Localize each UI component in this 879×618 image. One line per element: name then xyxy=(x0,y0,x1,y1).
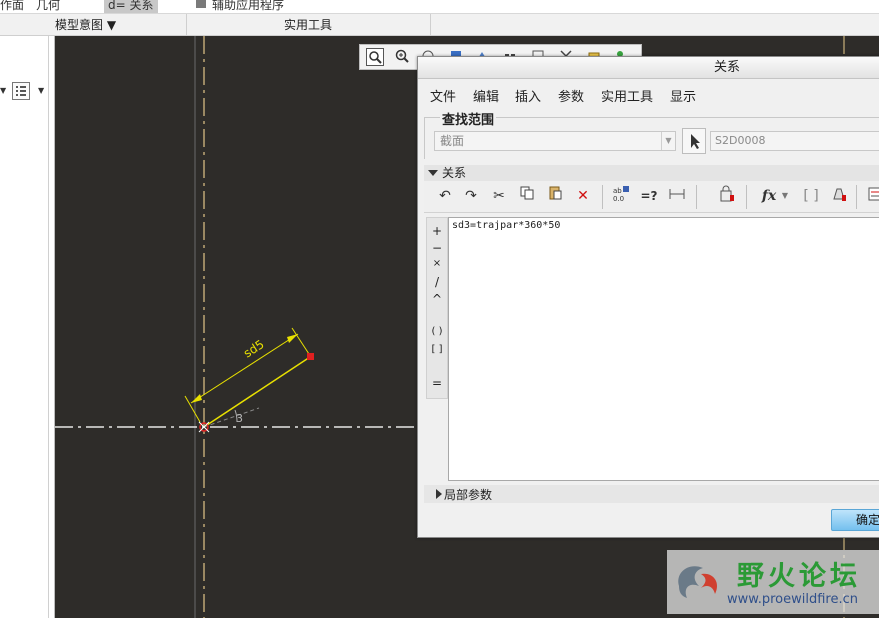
undo-icon[interactable]: ↶ xyxy=(434,185,456,207)
menu-utilities[interactable]: 实用工具 xyxy=(601,86,653,105)
op-minus-button[interactable]: − xyxy=(427,241,447,255)
redo-icon[interactable]: ↷ xyxy=(460,185,482,207)
forum-watermark: 野火论坛 www.proewildfire.cn xyxy=(667,550,879,614)
show-list-icon[interactable] xyxy=(864,185,879,207)
dimension-arrow xyxy=(287,334,298,343)
svg-text:ab: ab xyxy=(613,187,622,195)
ribbon-group-utilities: 实用工具 xyxy=(284,18,333,32)
cursor-arrow-icon xyxy=(691,134,700,149)
relations-toolbar: ↶ ↷ ✂ ✕ ab 0.0 =? fx ▼ [ ] xyxy=(424,181,879,213)
insert-function-icon[interactable]: fx xyxy=(758,185,780,207)
selection-field[interactable]: S2D0008 xyxy=(710,131,879,151)
sketch-segment xyxy=(203,356,311,428)
chevron-down-icon: ▼ xyxy=(661,132,675,150)
watermark-title: 野火论坛 xyxy=(737,561,861,592)
unit-sensitivity-icon[interactable] xyxy=(828,185,850,207)
menu-edit[interactable]: 编辑 xyxy=(473,86,499,105)
operator-panel: + − × / ^ ( ) [ ] = xyxy=(426,217,448,399)
chevron-down-icon[interactable]: ▼ xyxy=(780,185,790,207)
relations-label: 关系 xyxy=(442,166,467,180)
paste-icon[interactable] xyxy=(544,185,566,207)
parameter-brackets-icon[interactable]: [ ] xyxy=(800,185,822,207)
delete-icon[interactable]: ✕ xyxy=(572,185,594,207)
relation-line[interactable]: sd3=trajpar*360*50 xyxy=(452,220,560,231)
logo-icon xyxy=(678,566,718,598)
dialog-title: 关系 xyxy=(713,60,740,75)
ribbon-item-section[interactable]: 作面 xyxy=(0,0,24,13)
angle-reference-line xyxy=(203,407,260,428)
dimension-icon[interactable] xyxy=(666,185,688,207)
op-divide-button[interactable]: / xyxy=(427,275,447,289)
tree-settings-icon[interactable] xyxy=(12,82,30,100)
copy-icon[interactable] xyxy=(516,185,538,207)
zoom-fit-icon[interactable] xyxy=(366,48,384,66)
extension-line xyxy=(291,327,310,355)
select-pointer-button[interactable] xyxy=(682,128,706,154)
op-equals-button[interactable]: = xyxy=(427,376,447,390)
ribbon-item-aux-apps[interactable]: 辅助应用程序 xyxy=(212,0,284,13)
model-tree-panel: ▼ ▼ xyxy=(0,36,55,618)
cut-icon[interactable]: ✂ xyxy=(488,185,510,207)
menu-file[interactable]: 文件 xyxy=(430,86,456,105)
dialog-menubar: 文件 编辑 插入 参数 实用工具 显示 xyxy=(418,81,879,107)
relations-dialog: 关系 文件 编辑 插入 参数 实用工具 显示 查找范围 截面 ▼ S2D0008… xyxy=(417,56,879,538)
relations-editor[interactable]: sd3=trajpar*360*50 xyxy=(448,217,879,481)
sort-relations-icon[interactable]: ab 0.0 xyxy=(610,185,632,207)
menu-insert[interactable]: 插入 xyxy=(515,86,541,105)
dimension-line xyxy=(190,333,299,404)
menu-parameters[interactable]: 参数 xyxy=(558,86,584,105)
local-params-label: 局部参数 xyxy=(444,488,493,502)
zoom-in-icon[interactable] xyxy=(394,48,412,66)
relations-section-header[interactable]: 关系 xyxy=(424,165,879,181)
op-parentheses-button[interactable]: ( ) xyxy=(427,326,447,337)
ribbon-item-geometry[interactable]: 几何 xyxy=(36,0,60,13)
ribbon-item-relations[interactable]: d= 关系 xyxy=(104,0,158,13)
local-params-header[interactable]: 局部参数 xyxy=(424,485,879,503)
watermark-url: www.proewildfire.cn xyxy=(727,592,858,607)
ribbon-tab-row: 作面 几何 d= 关系 辅助应用程序 xyxy=(0,0,879,14)
angle-label[interactable]: 3 xyxy=(236,412,243,425)
collapse-triangle-icon xyxy=(428,170,438,176)
op-power-button[interactable]: ^ xyxy=(427,292,447,306)
dialog-title-bar[interactable]: 关系 xyxy=(418,57,879,79)
verify-relations-icon[interactable] xyxy=(716,185,738,207)
ribbon-group-model-intent[interactable]: 模型意图 ▼ xyxy=(55,16,116,33)
op-plus-button[interactable]: + xyxy=(427,224,447,238)
expand-triangle-icon xyxy=(436,489,442,499)
op-brackets-button[interactable]: [ ] xyxy=(427,344,447,355)
dimension-arrow xyxy=(191,394,202,403)
scope-select[interactable]: 截面 ▼ xyxy=(434,131,676,151)
scope-value: 截面 xyxy=(440,134,465,148)
dropdown-arrow-icon[interactable]: ▼ xyxy=(0,86,6,95)
svg-text:0.0: 0.0 xyxy=(613,195,624,203)
ok-button[interactable]: 确定 xyxy=(831,509,879,531)
lookup-label: 查找范围 xyxy=(440,109,497,128)
dropdown-arrow-icon[interactable]: ▼ xyxy=(38,86,44,95)
evaluate-icon[interactable]: =? xyxy=(638,185,660,207)
op-multiply-button[interactable]: × xyxy=(427,258,447,269)
ribbon-group-row: 模型意图 ▼ 实用工具 xyxy=(0,14,879,36)
app-icon xyxy=(196,0,206,8)
endpoint-marker xyxy=(307,353,314,360)
menu-display[interactable]: 显示 xyxy=(670,86,696,105)
